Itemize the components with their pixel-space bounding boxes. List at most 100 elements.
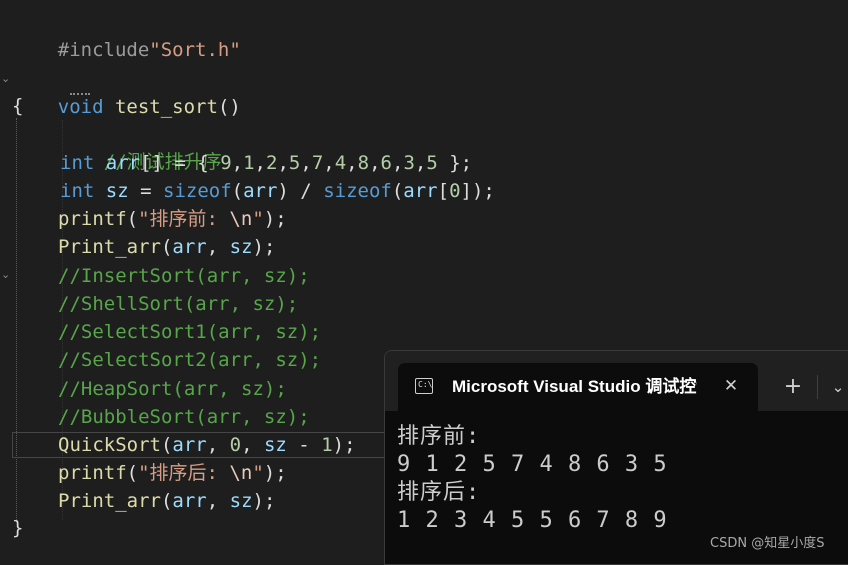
code-line-printf-before[interactable]: printf("排序前: \n"); [58, 205, 287, 233]
variable: arr [243, 180, 278, 202]
string-literal: "排序后: [138, 462, 230, 484]
punctuation: , [277, 152, 289, 174]
csdn-watermark: CSDN @知星小度S [710, 536, 825, 551]
punctuation: , [206, 236, 230, 258]
punctuation: ]); [460, 180, 495, 202]
code-line-function-decl[interactable]: void test_sort() [12, 65, 241, 118]
code-line-comment-heapsort[interactable]: //HeapSort(arr, sz); [58, 375, 287, 403]
number-literals: 3 [403, 152, 415, 174]
punctuation: , [369, 152, 381, 174]
string-literal: " [252, 462, 264, 484]
code-line-open-brace[interactable]: { [12, 92, 23, 120]
punctuation: , [391, 152, 404, 174]
number-literals: 2 [266, 152, 278, 174]
keyword-sizeof: sizeof [323, 180, 392, 202]
console-app-icon: C:\ [415, 378, 433, 394]
punctuation: , [323, 152, 335, 174]
include-path: "Sort.h" [149, 39, 241, 61]
number-literal: 1 [321, 434, 333, 456]
code-line-comment-insertsort[interactable]: //InsertSort(arr, sz); [58, 262, 310, 290]
punctuation: ( [231, 180, 244, 202]
variable: sz [229, 490, 253, 512]
chevron-down-icon[interactable]: ⌄ [823, 373, 848, 401]
fold-toggle-icon[interactable]: ⌄ [1, 269, 11, 280]
punctuation: ( [160, 490, 173, 512]
variable: sz [105, 180, 129, 202]
escape-sequence: \n [229, 462, 253, 484]
console-output-line: 1 2 3 4 5 5 6 7 8 9 [397, 508, 668, 533]
keyword-int: int [60, 180, 95, 202]
variable: sz [229, 236, 253, 258]
console-titlebar[interactable]: C:\ Microsoft Visual Studio 调试控制台 ✕ + ⌄ [385, 351, 848, 411]
code-line-print-arr-after[interactable]: Print_arr(arr, sz); [58, 487, 275, 515]
punctuation: , [231, 152, 244, 174]
function-call: Print_arr [58, 490, 161, 512]
punctuation: ); [263, 208, 287, 230]
code-line-close-brace[interactable]: } [12, 514, 23, 542]
console-tab-title: Microsoft Visual Studio 调试控制台 [452, 377, 697, 396]
punctuation: , [241, 434, 264, 456]
variable: arr [105, 152, 141, 174]
code-line-include[interactable]: #include"Sort.h" [12, 8, 241, 61]
code-line-comment-shellsort[interactable]: //ShellSort(arr, sz); [58, 290, 298, 318]
code-line-print-arr[interactable]: Print_arr(arr, sz); [58, 233, 275, 261]
variable: sz [263, 434, 287, 456]
punctuation: ( [126, 462, 139, 484]
console-output-line: 排序后: [397, 480, 481, 505]
code-line-quicksort[interactable]: QuickSort(arr, 0, sz - 1); [58, 431, 356, 459]
console-tab[interactable]: C:\ Microsoft Visual Studio 调试控制台 ✕ [398, 363, 758, 411]
number-literals: 1 [243, 152, 255, 174]
plus-icon[interactable]: + [778, 373, 808, 401]
punctuation: = [128, 180, 163, 202]
punctuation: ( [160, 434, 173, 456]
number-literals: 5 [426, 152, 438, 174]
console-output-line: 9 1 2 5 7 4 8 6 3 5 [397, 452, 668, 477]
code-line-array-decl[interactable]: int arr[] = { 9,1,2,5,7,4,8,6,3,5 }; [60, 149, 472, 177]
number-literals: 7 [311, 152, 324, 174]
escape-sequence: \n [229, 208, 253, 230]
number-literals: 4 [334, 152, 347, 174]
keyword-void: void [57, 96, 104, 118]
punctuation: ( [160, 236, 173, 258]
code-line-comment-selectsort1[interactable]: //SelectSort1(arr, sz); [58, 318, 321, 346]
number-literal: 0 [229, 434, 242, 456]
punctuation: , [346, 152, 358, 174]
punctuation: , [300, 152, 312, 174]
function-call: QuickSort [58, 434, 161, 456]
titlebar-divider [817, 375, 818, 399]
punctuation: ( [126, 208, 139, 230]
keyword-int: int [60, 152, 95, 174]
punctuation: , [254, 152, 266, 174]
indent-guide [16, 118, 17, 522]
fold-toggle-icon[interactable]: ⌄ [1, 73, 11, 84]
punctuation: - [286, 434, 322, 456]
close-icon[interactable]: ✕ [719, 374, 743, 398]
variable: arr [172, 236, 207, 258]
punctuation: , [206, 434, 230, 456]
punctuation: }; [437, 152, 473, 174]
punctuation: ); [252, 490, 276, 512]
code-line-comment[interactable]: //测试排升序 [58, 120, 222, 173]
function-call: printf [58, 208, 127, 230]
number-literals: 8 [357, 152, 370, 174]
variable: arr [403, 180, 438, 202]
number-literals: 6 [380, 152, 392, 174]
console-output[interactable]: 排序前: 9 1 2 5 7 4 8 6 3 5 排序后: 1 2 3 4 5 … [397, 423, 668, 535]
parens: () [217, 96, 241, 118]
open-brace: { [12, 95, 24, 117]
punctuation: ); [332, 434, 356, 456]
code-line-printf-after[interactable]: printf("排序后: \n"); [58, 459, 287, 487]
code-line-comment-selectsort2[interactable]: //SelectSort2(arr, sz); [58, 346, 321, 374]
keyword-sizeof: sizeof [163, 180, 232, 202]
string-literal: " [252, 208, 264, 230]
punctuation: , [206, 490, 230, 512]
close-brace: } [12, 517, 24, 539]
code-line-comment-bubblesort[interactable]: //BubbleSort(arr, sz); [58, 403, 310, 431]
code-line-sz-decl[interactable]: int sz = sizeof(arr) / sizeof(arr[0]); [60, 177, 495, 205]
variable: arr [172, 434, 207, 456]
console-output-line: 排序前: [397, 424, 481, 449]
punctuation: ) / [277, 180, 324, 202]
number-literals: 9 [220, 152, 232, 174]
string-literal: "排序前: [138, 208, 230, 230]
preprocessor-directive: #include [57, 39, 150, 61]
